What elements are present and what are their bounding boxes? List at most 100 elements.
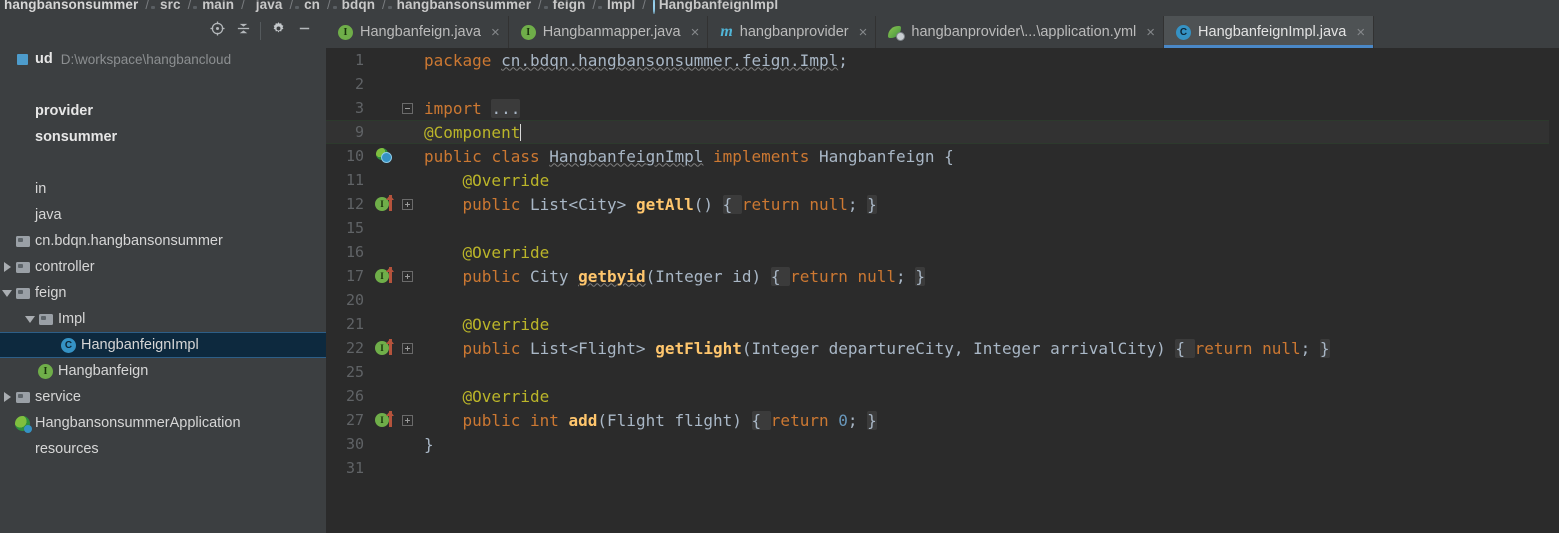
close-icon[interactable]: × (1146, 24, 1155, 41)
tree-row[interactable]: resources (0, 436, 326, 462)
tree-twisty[interactable] (0, 124, 14, 150)
code-line[interactable]: 10 public class HangbanfeignImpl implemen… (326, 144, 1559, 168)
tree-row[interactable]: I Hangbanfeign (0, 358, 326, 384)
close-icon[interactable]: × (1356, 24, 1365, 41)
breadcrumb-item-java[interactable]: java (252, 0, 283, 16)
tree-twisty[interactable] (0, 150, 14, 176)
toolbar-divider (260, 22, 261, 40)
implements-marker-icon[interactable]: I (375, 411, 395, 428)
code-line[interactable]: 2 (326, 72, 1559, 96)
tree-twisty[interactable] (0, 46, 14, 72)
tree-twisty[interactable] (0, 228, 14, 254)
fold-expand-icon[interactable] (401, 342, 413, 354)
breadcrumb-item-hangbanfeignimpl[interactable]: HangbanfeignImpl (652, 0, 778, 16)
project-tree[interactable]: ud D:\workspace\hangbancloud provider sonsu… (0, 46, 326, 533)
tree-twisty[interactable] (0, 280, 14, 306)
breadcrumb-item-hangbansonsummer[interactable]: hangbansonsummer (0, 0, 138, 16)
editor-tab[interactable]: I Hangbanfeign.java × (326, 16, 509, 48)
tree-row[interactable]: ud D:\workspace\hangbancloud (0, 46, 326, 72)
editor-tab[interactable]: I Hangbanmapper.java × (509, 16, 709, 48)
implements-marker-icon[interactable]: I (375, 267, 395, 284)
code-line[interactable]: 25 (326, 360, 1559, 384)
tree-row[interactable]: controller (0, 254, 326, 280)
fold-toggle[interactable] (400, 414, 414, 426)
tree-row[interactable]: C HangbanfeignImpl (0, 332, 326, 358)
tree-twisty[interactable] (0, 436, 14, 462)
code-line[interactable]: 22 I public List<Flight> getFlight(Intege… (326, 336, 1559, 360)
tree-row[interactable]: cn.bdqn.hangbansonsummer (0, 228, 326, 254)
breadcrumb-item-hangbansonsummer[interactable]: hangbansonsummer (393, 0, 531, 16)
fold-expand-icon[interactable] (401, 270, 413, 282)
tree-twisty[interactable] (23, 306, 37, 332)
close-icon[interactable]: × (859, 24, 868, 41)
close-icon[interactable]: × (691, 24, 700, 41)
breadcrumb-item-src[interactable]: src (156, 0, 181, 16)
tree-twisty[interactable] (0, 202, 14, 228)
class-implementation-marker-icon[interactable] (376, 148, 394, 164)
tree-twisty[interactable] (0, 254, 14, 280)
fold-toggle[interactable] (400, 270, 414, 282)
tree-twisty[interactable] (0, 176, 14, 202)
fold-expand-icon[interactable] (401, 198, 413, 210)
breadcrumb-item-feign[interactable]: feign (549, 0, 586, 16)
tree-twisty[interactable] (0, 72, 14, 98)
code-line[interactable]: 11 @Override (326, 168, 1559, 192)
code-line[interactable]: 16 @Override (326, 240, 1559, 264)
code-line[interactable]: 30} (326, 432, 1559, 456)
code-line[interactable]: 12 I public List<City> getAll() { return … (326, 192, 1559, 216)
implements-marker[interactable]: I (370, 339, 400, 356)
tree-row[interactable]: provider (0, 98, 326, 124)
fold-collapse-icon[interactable] (401, 102, 413, 114)
editor-tab-bar[interactable]: I Hangbanfeign.java × I Hangbanmapper.java × m… (326, 16, 1559, 48)
breadcrumb-item-bdqn[interactable]: bdqn (338, 0, 375, 16)
tree-row[interactable]: java (0, 202, 326, 228)
tree-twisty[interactable] (46, 332, 60, 358)
breadcrumb-item-main[interactable]: main (198, 0, 234, 16)
code-line[interactable]: 21 @Override (326, 312, 1559, 336)
implements-marker-icon[interactable]: I (375, 195, 395, 212)
tree-twisty[interactable] (0, 98, 14, 124)
tree-row[interactable]: feign (0, 280, 326, 306)
tree-row[interactable]: service (0, 384, 326, 410)
code-line[interactable]: 3 import ... (326, 96, 1559, 120)
tree-row[interactable] (0, 72, 326, 98)
hide-button[interactable] (291, 20, 317, 42)
fold-toggle[interactable] (400, 198, 414, 210)
code-line[interactable]: 20 (326, 288, 1559, 312)
code-line[interactable]: 1 package cn.bdqn.hangbansonsummer.feign.… (326, 48, 1559, 72)
code-line[interactable]: 9 @Component (326, 120, 1559, 144)
code-editor[interactable]: 1 package cn.bdqn.hangbansonsummer.feign.… (326, 48, 1559, 533)
close-icon[interactable]: × (491, 24, 500, 41)
tree-row[interactable]: in (0, 176, 326, 202)
breadcrumb-item-impl[interactable]: Impl (603, 0, 635, 16)
breadcrumb-item-cn[interactable]: cn (300, 0, 320, 16)
fold-toggle[interactable] (400, 102, 414, 114)
code-line[interactable]: 26 @Override (326, 384, 1559, 408)
collapse-all-button[interactable] (230, 20, 256, 42)
code-line[interactable]: 15 (326, 216, 1559, 240)
editor-tab[interactable]: hangbanprovider\...\application.yml × (876, 16, 1165, 48)
tree-twisty[interactable] (0, 384, 14, 410)
implements-marker[interactable]: I (370, 267, 400, 284)
tree-twisty[interactable] (0, 410, 14, 436)
implements-marker-icon[interactable]: I (375, 339, 395, 356)
editor-vertical-scrollbar[interactable] (1549, 48, 1559, 533)
settings-button[interactable] (265, 20, 291, 42)
fold-expand-icon[interactable] (401, 414, 413, 426)
implements-marker[interactable]: I (370, 195, 400, 212)
tree-row[interactable]: sonsummer (0, 124, 326, 150)
code-line[interactable]: 27 I public int add(Flight flight) { retu… (326, 408, 1559, 432)
editor-tab[interactable]: C HangbanfeignImpl.java × (1164, 16, 1375, 48)
code-line[interactable]: 17 I public City getbyid(Integer id) { re… (326, 264, 1559, 288)
fold-toggle[interactable] (400, 342, 414, 354)
tree-row[interactable] (0, 150, 326, 176)
code-line[interactable]: 31 (326, 456, 1559, 480)
locate-file-button[interactable] (204, 20, 230, 42)
implements-marker[interactable]: I (370, 411, 400, 428)
tree-row[interactable]: HangbansonsummerApplication (0, 410, 326, 436)
class-impl-marker[interactable] (370, 148, 400, 164)
tree-row[interactable]: Impl (0, 306, 326, 332)
tree-twisty[interactable] (23, 358, 37, 384)
editor-tab[interactable]: m hangbanprovider × (708, 16, 877, 48)
